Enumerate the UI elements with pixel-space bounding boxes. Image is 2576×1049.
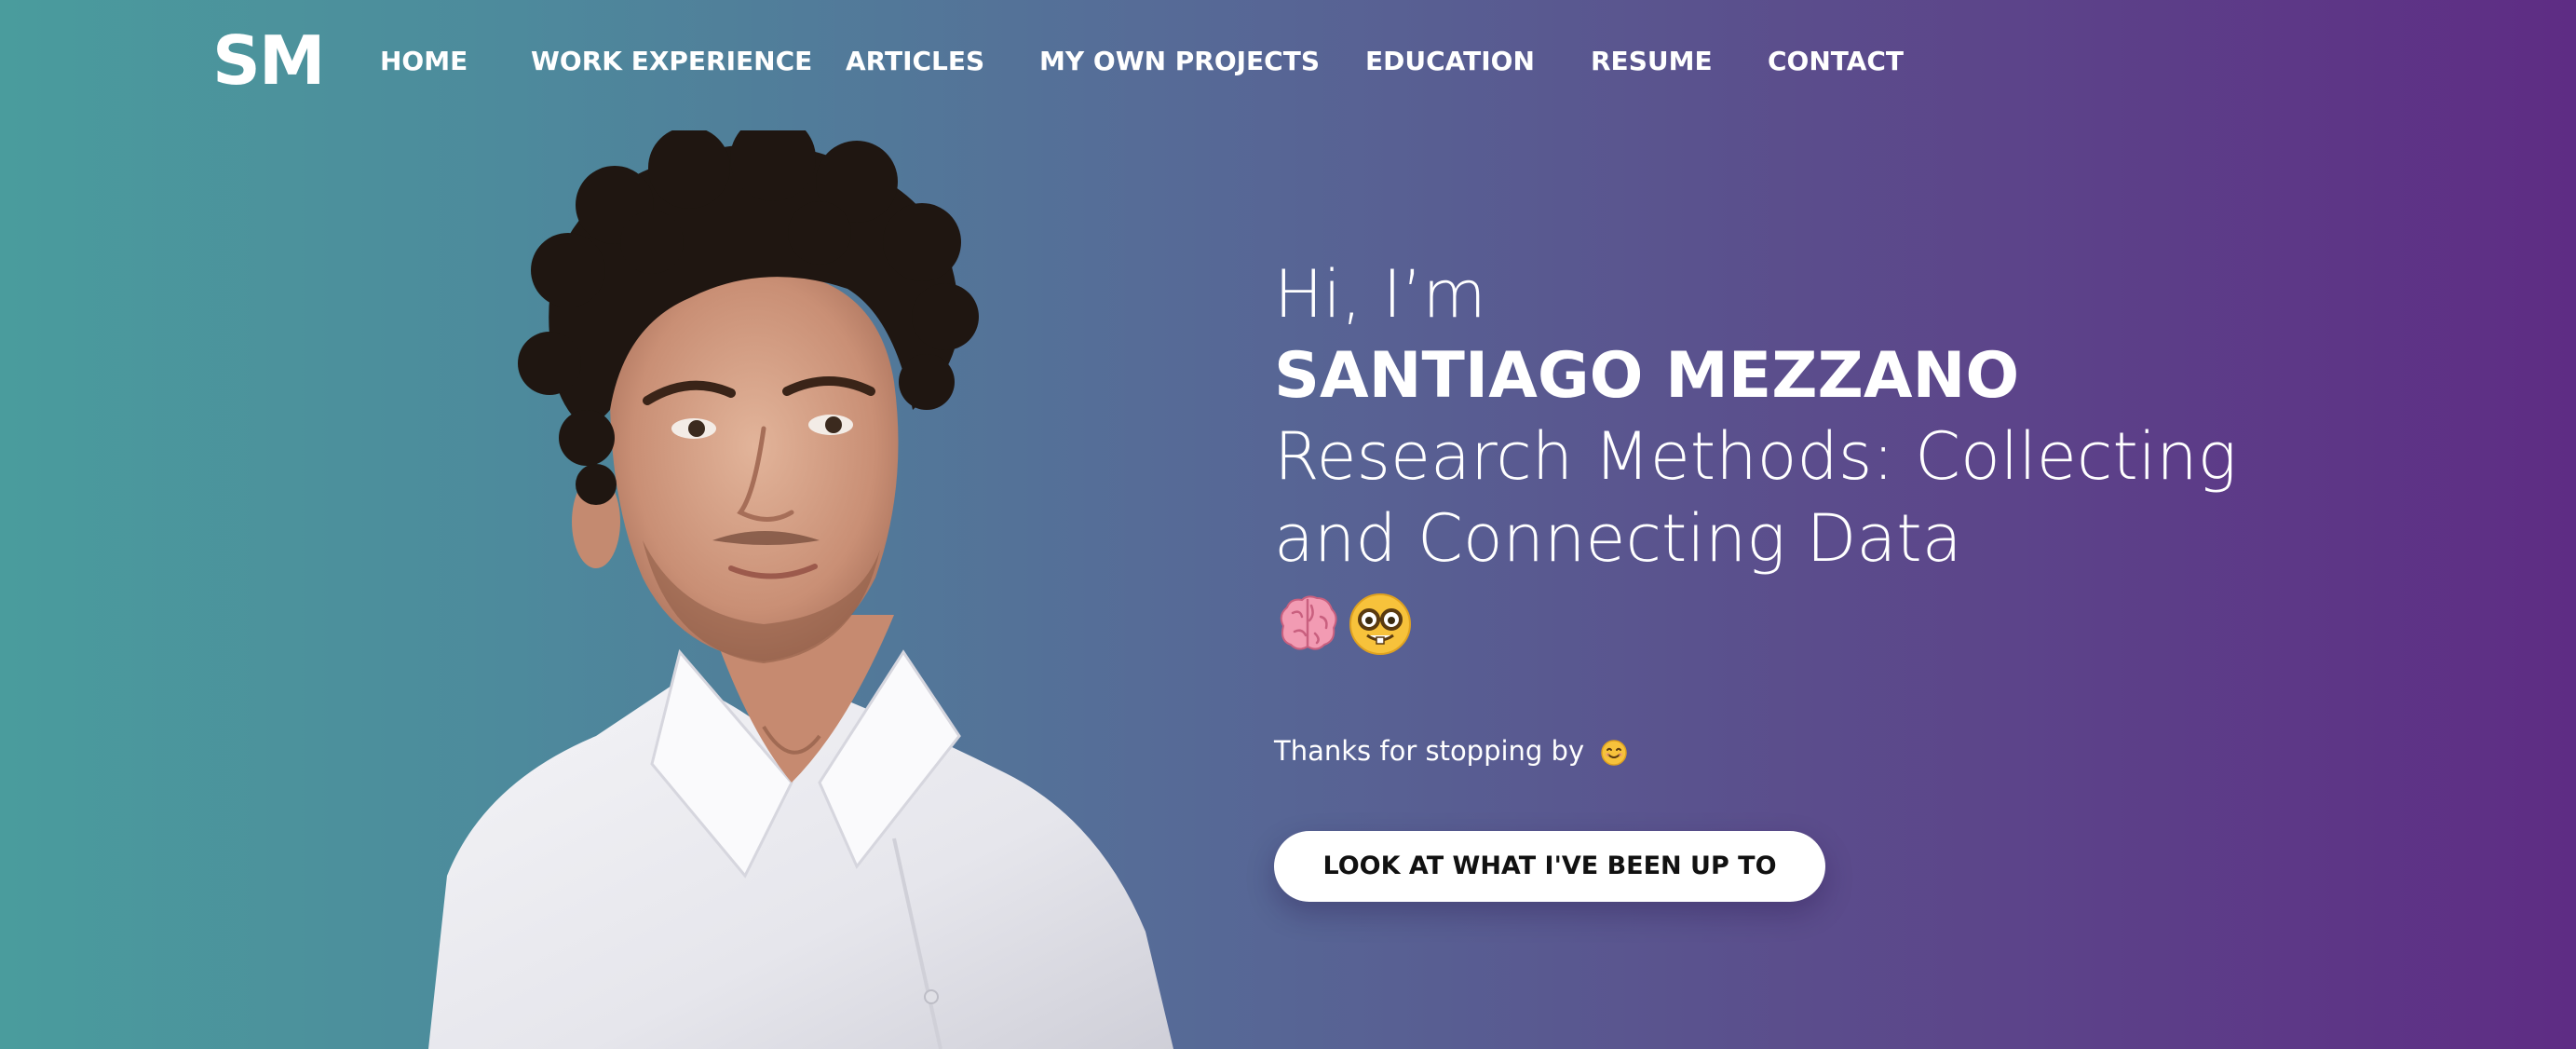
emoji-row (1274, 589, 2392, 660)
nav-item-education[interactable]: EDUCATION (1365, 43, 1535, 80)
hero-text-block: Hi, I’m SANTIAGO MEZZANO Research Method… (1274, 252, 2392, 660)
greeting-text: Hi, I’m (1274, 256, 1486, 333)
nerd-face-icon (1349, 593, 1411, 655)
nav-item-contact[interactable]: CONTACT (1768, 43, 1904, 80)
smiling-face-icon (1601, 740, 1628, 766)
person-name: SANTIAGO MEZZANO (1274, 339, 2020, 413)
cta-button[interactable]: LOOK AT WHAT I'VE BEEN UP TO (1274, 831, 1825, 902)
nav-item-work-experience[interactable]: WORK EXPERIENCE (531, 43, 812, 80)
nav-item-articles[interactable]: ARTICLES (846, 43, 984, 80)
nav-item-my-own-projects[interactable]: MY OWN PROJECTS (1039, 43, 1320, 80)
role-title: Research Methods: Collecting and Connect… (1274, 418, 2237, 577)
brain-icon (1280, 595, 1337, 650)
site-logo[interactable]: SM (212, 22, 326, 99)
thanks-text: Thanks for stopping by (1274, 735, 1585, 767)
thanks-message: Thanks for stopping by (1274, 730, 1628, 771)
profile-photo (428, 130, 1173, 1049)
nav-item-resume[interactable]: RESUME (1591, 43, 1713, 80)
nav-item-home[interactable]: HOME (380, 43, 468, 80)
top-navbar: SM HOME WORK EXPERIENCE ARTICLES MY OWN … (0, 0, 2576, 121)
